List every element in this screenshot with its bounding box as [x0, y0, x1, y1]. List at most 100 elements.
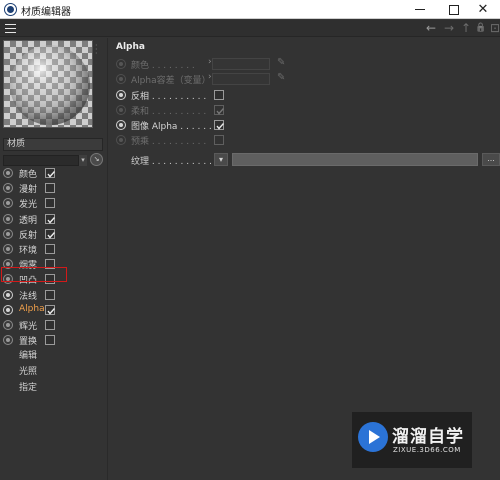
channel-item[interactable]: 漫射 [0, 181, 100, 196]
channel-checkbox[interactable] [45, 168, 56, 178]
back-arrow-icon[interactable]: ← [424, 21, 438, 35]
channel-radio[interactable] [3, 183, 13, 194]
channel-item[interactable]: 法线 [0, 288, 100, 303]
watermark-url: ZIXUE.3D66.COM [393, 446, 461, 454]
animate-radio[interactable] [116, 59, 126, 69]
channel-label: 透明 [19, 215, 38, 226]
channel-item[interactable]: 环境 [0, 242, 100, 257]
lock-icon[interactable]: 🔒 [474, 21, 488, 35]
channel-item[interactable]: 发光 [0, 196, 100, 211]
minimize-button[interactable] [403, 0, 437, 19]
channel-link-edit[interactable]: 编辑 [19, 348, 37, 361]
close-button[interactable]: ✕ [466, 0, 500, 19]
material-preview[interactable] [3, 40, 93, 128]
animate-radio[interactable] [116, 74, 126, 84]
app-icon [5, 4, 16, 15]
channel-label: 法线 [19, 291, 38, 302]
channel-item[interactable]: 反射 [0, 227, 100, 242]
invert-checkbox[interactable] [214, 90, 224, 100]
menu-icon[interactable] [5, 24, 16, 33]
color-field[interactable] [212, 58, 270, 70]
play-logo-icon [358, 422, 388, 452]
channel-link-illumination[interactable]: 光照 [19, 364, 37, 377]
channel-label: 置换 [19, 337, 38, 348]
animate-radio[interactable] [116, 90, 126, 100]
premultiply-label: 预乘 . . . . . . . . . . [131, 137, 207, 147]
tolerance-row: Alpha容差（变量） › ✎ [114, 72, 500, 87]
color-row: 颜色 . . . . . . . . › ✎ [114, 57, 500, 72]
image-alpha-row: 图像 Alpha . . . . . . [114, 118, 500, 133]
chevron-down-icon[interactable]: ▾ [79, 155, 87, 166]
tolerance-field[interactable] [212, 73, 270, 85]
image-alpha-label: 图像 Alpha . . . . . . [131, 122, 212, 132]
eyedropper-icon[interactable]: ✎ [277, 72, 285, 83]
texture-slot[interactable] [232, 153, 478, 166]
preview-sphere [10, 45, 90, 125]
invert-row: 反相 . . . . . . . . . . [114, 88, 500, 103]
channel-label: 漫射 [19, 185, 38, 196]
window-title: 材质编辑器 [21, 7, 71, 18]
animate-radio[interactable] [116, 105, 126, 115]
animate-radio[interactable] [116, 135, 126, 145]
channel-radio[interactable] [3, 335, 13, 346]
channel-checkbox[interactable] [45, 335, 55, 346]
channel-radio[interactable] [3, 198, 13, 209]
channel-item[interactable]: 透明 [0, 212, 100, 227]
window-titlebar: 材质编辑器 ✕ [0, 0, 500, 19]
animate-radio[interactable] [116, 120, 126, 130]
channel-checkbox[interactable] [45, 228, 56, 239]
premultiply-checkbox[interactable] [214, 135, 224, 145]
soft-row: 柔和 . . . . . . . . . . [114, 103, 500, 118]
premultiply-row: 预乘 . . . . . . . . . . [114, 133, 500, 148]
channel-item[interactable]: 辉光 [0, 318, 100, 333]
channel-label: 反射 [19, 230, 38, 241]
watermark: 溜溜自学 ZIXUE.3D66.COM [352, 412, 472, 468]
channel-item[interactable]: 置换 [0, 333, 100, 348]
texture-row: 纹理 . . . . . . . . . . . ▾ ... [114, 153, 500, 167]
channel-label: 辉光 [19, 322, 38, 332]
channel-checkbox[interactable] [45, 304, 56, 315]
channel-radio[interactable] [3, 304, 13, 315]
channel-item[interactable]: 颜色 [0, 166, 100, 181]
menu-bar: ← → ↑ 🔒 ⊡ [0, 20, 500, 37]
up-arrow-icon[interactable]: ↑ [459, 21, 473, 35]
channel-radio[interactable] [3, 228, 13, 239]
channel-radio[interactable] [3, 168, 13, 178]
texture-browse-button[interactable]: ... [482, 153, 500, 166]
channel-label: 颜色 [19, 170, 38, 180]
eyedropper-icon[interactable]: ✎ [277, 57, 285, 68]
material-name-field[interactable]: 材质 [3, 138, 103, 151]
channel-radio[interactable] [3, 213, 13, 224]
soft-label: 柔和 . . . . . . . . . . [131, 107, 207, 117]
channel-checkbox[interactable] [45, 198, 55, 209]
image-alpha-checkbox[interactable] [214, 120, 225, 130]
tolerance-label: Alpha容差（变量） [131, 76, 211, 86]
channel-checkbox[interactable] [45, 244, 55, 254]
channel-checkbox[interactable] [45, 213, 56, 224]
channel-link-assign[interactable]: 指定 [19, 380, 37, 393]
channel-panel: · · · 材质 ▾ ↘ 颜色 漫射 发光 透明 反射 环境 烟雾 凹凸 法线 Alpha 辉光 置换 编… [0, 38, 108, 480]
section-title: Alpha [116, 42, 145, 52]
color-label: 颜色 . . . . . . . . [131, 61, 195, 71]
expand-icon[interactable]: ⊡ [488, 21, 500, 35]
preview-options-icon[interactable]: · · · [95, 42, 103, 58]
channel-label: 环境 [19, 246, 38, 256]
channel-checkbox[interactable] [45, 289, 55, 300]
channel-item[interactable]: Alpha [0, 303, 100, 318]
channel-checkbox[interactable] [45, 183, 55, 194]
watermark-title: 溜溜自学 [392, 427, 464, 447]
forward-arrow-icon[interactable]: → [442, 21, 456, 35]
soft-checkbox[interactable] [214, 105, 225, 115]
pointer-icon[interactable]: ↘ [90, 153, 103, 166]
channel-radio[interactable] [3, 289, 13, 300]
channel-filter-field[interactable] [3, 155, 79, 166]
chevron-down-icon[interactable]: ▾ [214, 153, 228, 166]
selection-highlight [1, 267, 67, 282]
channel-label: Alpha [19, 303, 45, 314]
channel-label: 发光 [19, 200, 38, 211]
texture-label: 纹理 . . . . . . . . . . . [131, 157, 212, 167]
invert-label: 反相 . . . . . . . . . . [131, 92, 207, 102]
channel-radio[interactable] [3, 244, 13, 254]
channel-radio[interactable] [3, 320, 13, 330]
channel-checkbox[interactable] [45, 320, 55, 330]
